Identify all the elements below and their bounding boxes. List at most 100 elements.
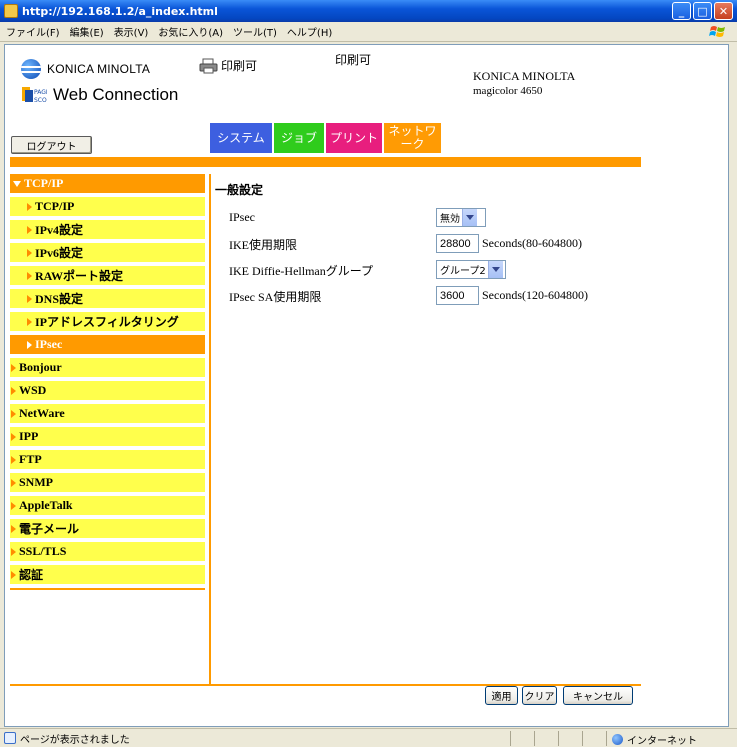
menu-help[interactable]: ヘルプ(H) [287, 24, 332, 39]
sidebar-item-netware[interactable]: NetWare [10, 404, 205, 427]
sidebar-item-ipv4[interactable]: IPv4設定 [10, 220, 205, 243]
sa-lifetime-input[interactable]: 3600 [436, 286, 479, 305]
triangle-right-icon [27, 317, 32, 326]
sidebar-item-label: AppleTalk [19, 498, 73, 512]
triangle-right-icon [27, 294, 32, 303]
svg-text:PAGE: PAGE [34, 89, 47, 96]
maximize-button[interactable]: □ [693, 2, 712, 20]
tab-job[interactable]: ジョブ [274, 123, 324, 153]
sidebar-item-label: IPP [19, 429, 39, 443]
sidebar-item-appletalk[interactable]: AppleTalk [10, 496, 205, 519]
sidebar-section-tcpip[interactable]: TCP/IP [10, 174, 205, 197]
sidebar-item-dns[interactable]: DNS設定 [10, 289, 205, 312]
menu-tools[interactable]: ツール(T) [233, 24, 277, 39]
sidebar: TCP/IP TCP/IP IPv4設定 IPv6設定 RAWポート設定 DNS… [10, 174, 205, 590]
section-title: 一般設定 [215, 183, 264, 197]
ipsec-settings-form: 一般設定 IPsec 無効 IKE使用期限 28800 Seconds(80-6… [215, 181, 635, 312]
window-title-bar: http://192.168.1.2/a_index.html _ □ ✕ [0, 0, 737, 22]
page-content: KONICA MINOLTA PAGE SCOPE Web Connection… [4, 44, 729, 727]
konica-minolta-logo: KONICA MINOLTA [21, 59, 150, 79]
sidebar-item-label: 電子メール [19, 522, 80, 536]
dh-group-row: IKE Diffie-Hellmanグループ グループ2 [215, 260, 635, 286]
menu-bar: ファイル(F) 編集(E) 表示(V) お気に入り(A) ツール(T) ヘルプ(… [0, 22, 737, 42]
dh-group-select[interactable]: グループ2 [436, 260, 506, 279]
globe-icon [612, 734, 623, 745]
sa-lifetime-label: IPsec SA使用期限 [229, 290, 322, 304]
header-divider [10, 157, 641, 167]
ike-lifetime-row: IKE使用期限 28800 Seconds(80-604800) [215, 234, 635, 260]
cancel-button[interactable]: キャンセル [563, 686, 633, 705]
sidebar-item-label: WSD [19, 383, 47, 397]
sidebar-item-ip-filtering[interactable]: IPアドレスフィルタリング [10, 312, 205, 335]
sidebar-item-label: Bonjour [19, 360, 62, 374]
chevron-down-icon [462, 209, 477, 226]
triangle-right-icon [11, 570, 16, 579]
sidebar-item-raw-port[interactable]: RAWポート設定 [10, 266, 205, 289]
sidebar-item-label: IPv6設定 [35, 246, 84, 260]
security-zone-text: インターネット [627, 736, 697, 747]
triangle-right-icon [11, 363, 16, 372]
ipsec-select[interactable]: 無効 [436, 208, 486, 227]
pagescope-icon: PAGE SCOPE [22, 87, 47, 104]
sidebar-item-snmp[interactable]: SNMP [10, 473, 205, 496]
menu-file[interactable]: ファイル(F) [6, 24, 60, 39]
sidebar-item-bonjour[interactable]: Bonjour [10, 358, 205, 381]
printer-status-secondary: 印刷可 [335, 53, 372, 67]
sidebar-item-wsd[interactable]: WSD [10, 381, 205, 404]
tab-system[interactable]: システム [210, 123, 272, 153]
sidebar-item-ssl-tls[interactable]: SSL/TLS [10, 542, 205, 565]
status-bar: ページが表示されました インターネット [0, 728, 737, 747]
ike-lifetime-input[interactable]: 28800 [436, 234, 479, 253]
sidebar-item-label: IPv4設定 [35, 223, 84, 237]
triangle-down-icon [13, 180, 21, 187]
status-text: ページが表示されました [20, 734, 130, 746]
tab-network-line2: ーク [400, 137, 425, 151]
ike-lifetime-label: IKE使用期限 [229, 238, 297, 252]
page-done-icon [4, 732, 16, 744]
menu-view[interactable]: 表示(V) [114, 24, 149, 39]
sidebar-item-label: IPsec [35, 337, 63, 351]
minimize-button[interactable]: _ [672, 2, 691, 20]
status-separator [582, 731, 583, 746]
brand-name: KONICA MINOLTA [47, 62, 151, 76]
tab-network[interactable]: ネットワ ーク [384, 123, 441, 153]
sidebar-item-ipp[interactable]: IPP [10, 427, 205, 450]
ike-lifetime-unit: Seconds(80-604800) [482, 236, 582, 250]
apply-button[interactable]: 適用 [485, 686, 518, 705]
sidebar-vertical-divider [209, 174, 211, 684]
sidebar-item-label: SNMP [19, 475, 53, 489]
sidebar-item-label: FTP [19, 452, 42, 466]
triangle-right-icon [27, 202, 32, 211]
ipsec-select-value: 無効 [440, 214, 460, 225]
menu-favorites[interactable]: お気に入り(A) [158, 24, 223, 39]
sidebar-item-ftp[interactable]: FTP [10, 450, 205, 473]
clear-button[interactable]: クリア [522, 686, 557, 705]
printer-icon [199, 58, 218, 73]
sidebar-item-label: 認証 [19, 568, 44, 582]
browser-page-icon [4, 4, 18, 18]
dh-group-label: IKE Diffie-Hellmanグループ [229, 264, 374, 278]
sidebar-item-label: NetWare [19, 406, 65, 420]
sidebar-divider [10, 588, 205, 590]
window-controls: _ □ ✕ [672, 2, 733, 20]
windows-logo-icon [709, 26, 725, 37]
product-name: Web Connection [53, 85, 179, 104]
sidebar-section-label: TCP/IP [24, 176, 64, 190]
printer-status: 印刷可 [199, 57, 257, 74]
menu-edit[interactable]: 編集(E) [70, 24, 104, 39]
konica-minolta-globe-icon [21, 59, 41, 79]
printer-status-text: 印刷可 [221, 59, 258, 73]
status-separator [606, 731, 607, 746]
close-button[interactable]: ✕ [714, 2, 733, 20]
sidebar-item-email[interactable]: 電子メール [10, 519, 205, 542]
device-model: magicolor 4650 [473, 85, 543, 97]
tab-print[interactable]: プリント [326, 123, 382, 153]
logout-button[interactable]: ログアウト [11, 136, 92, 154]
sidebar-item-ipsec[interactable]: IPsec [10, 335, 205, 358]
sidebar-item-ipv6[interactable]: IPv6設定 [10, 243, 205, 266]
triangle-right-icon [27, 248, 32, 257]
triangle-right-icon [27, 340, 32, 349]
sidebar-item-auth[interactable]: 認証 [10, 565, 205, 588]
sidebar-item-tcpip[interactable]: TCP/IP [10, 197, 205, 220]
sidebar-item-label: IPアドレスフィルタリング [35, 315, 179, 329]
